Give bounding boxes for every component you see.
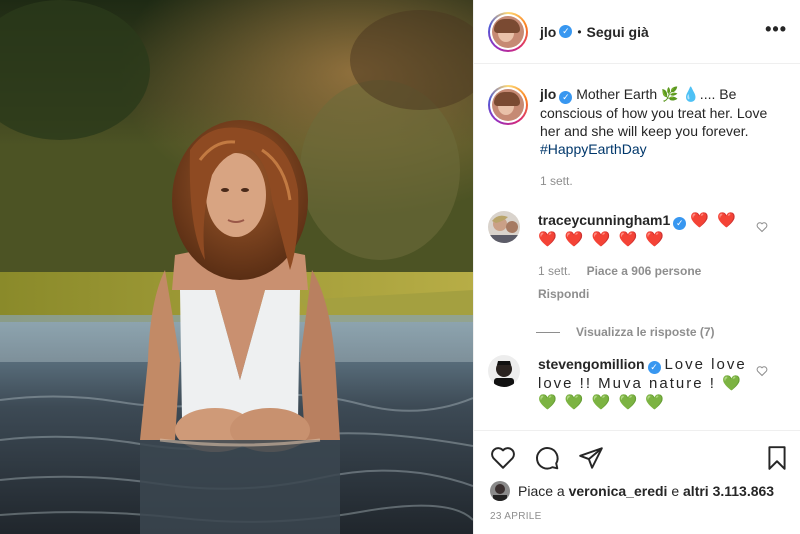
liker-avatar[interactable] — [490, 481, 510, 501]
comment-icon[interactable] — [534, 445, 560, 471]
instagram-post-view: jlo ✓ • Segui già ••• jlo ✓ Mother Earth … — [0, 0, 800, 534]
share-icon[interactable] — [578, 445, 604, 471]
caption-hashtag[interactable]: #HappyEarthDay — [540, 141, 647, 157]
comment-item: stevengomillion ✓ Love love love !! Muva … — [488, 355, 768, 412]
follow-status-button[interactable]: Segui già — [587, 24, 649, 40]
comment-like-icon[interactable] — [756, 365, 768, 377]
bookmark-icon[interactable] — [764, 445, 790, 471]
comment-likes[interactable]: Piace a 906 persone — [587, 264, 702, 278]
commenter-avatar[interactable] — [488, 355, 520, 387]
verified-badge-icon: ✓ — [673, 217, 687, 230]
post-header: jlo ✓ • Segui già ••• — [474, 0, 800, 64]
verified-badge-icon: ✓ — [559, 25, 573, 38]
post-actions: Piace a veronica_eredi e altri 3.113.863… — [474, 430, 800, 534]
caption-username[interactable]: jlo — [540, 86, 556, 102]
comments-list[interactable]: jlo ✓ Mother Earth 🌿 💧.... Be conscious o… — [474, 65, 800, 430]
likes-suffix: e — [671, 483, 680, 499]
post-photo[interactable] — [0, 0, 473, 534]
likes-prefix: Piace a — [518, 483, 565, 499]
caption: jlo ✓ Mother Earth 🌿 💧.... Be conscious o… — [488, 85, 780, 190]
caption-avatar[interactable] — [488, 85, 528, 125]
heart-icon[interactable] — [490, 445, 516, 471]
commenter-avatar[interactable] — [488, 211, 520, 243]
more-options-icon[interactable]: ••• — [765, 20, 787, 38]
author-username[interactable]: jlo — [540, 24, 556, 40]
replies-line — [536, 331, 560, 333]
post-date[interactable]: 23 APRILE — [490, 511, 542, 522]
comment-item: traceycunningham1 ✓ ❤️ ❤️ ❤️ ❤️ ❤️ ❤️ ❤️ … — [488, 211, 768, 341]
likes-others[interactable]: altri 3.113.863 — [683, 483, 774, 499]
commenter-username[interactable]: stevengomillion — [538, 356, 645, 372]
reply-button[interactable]: Rispondi — [538, 287, 589, 301]
separator-dot: • — [577, 24, 582, 39]
likes-summary: Piace a veronica_eredi e altri 3.113.863 — [490, 481, 774, 501]
caption-age: 1 sett. — [540, 174, 573, 188]
verified-badge-icon: ✓ — [559, 91, 573, 104]
view-replies-button[interactable]: Visualizza le risposte (7) — [576, 323, 715, 341]
post-sidebar: jlo ✓ • Segui già ••• jlo ✓ Mother Earth … — [473, 0, 800, 534]
likes-user[interactable]: veronica_eredi — [569, 483, 668, 499]
caption-text: Mother Earth 🌿 💧.... Be conscious of how… — [540, 86, 768, 139]
comment-like-icon[interactable] — [756, 221, 768, 233]
commenter-username[interactable]: traceycunningham1 — [538, 212, 670, 228]
author-avatar[interactable] — [488, 11, 528, 52]
post-image — [0, 0, 473, 534]
verified-badge-icon: ✓ — [647, 361, 661, 374]
comment-age: 1 sett. — [538, 264, 571, 278]
